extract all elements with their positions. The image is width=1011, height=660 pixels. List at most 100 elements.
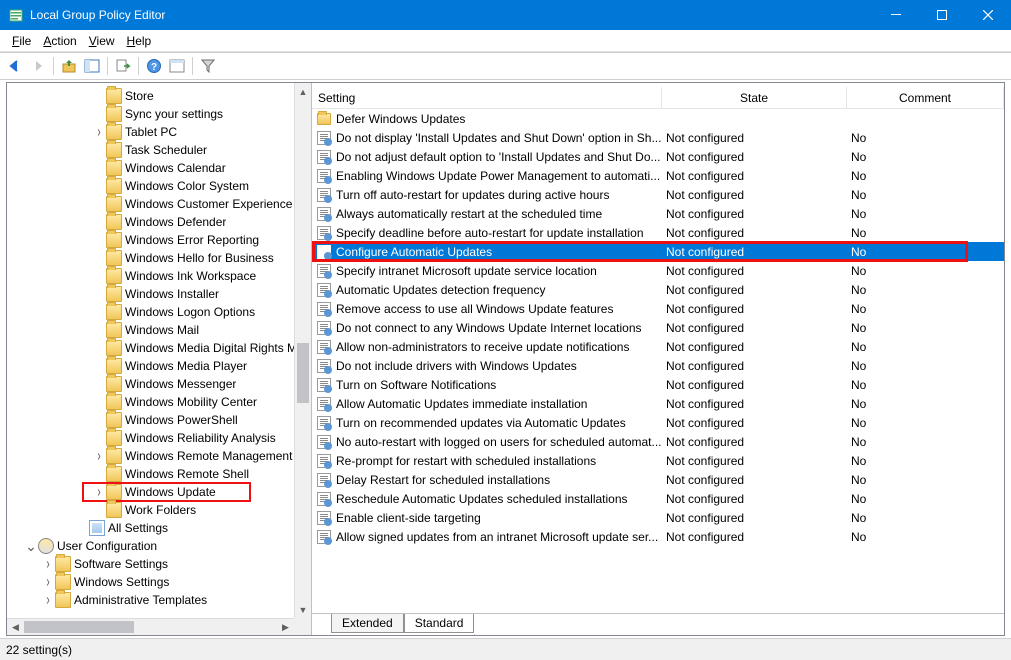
list-row[interactable]: Reschedule Automatic Updates scheduled i… bbox=[312, 489, 1004, 508]
forward-button[interactable] bbox=[27, 55, 49, 77]
tree-item[interactable]: Windows Hello for Business bbox=[7, 249, 311, 267]
scroll-up-icon[interactable]: ▲ bbox=[295, 83, 311, 100]
menu-help[interactable]: Help bbox=[121, 32, 158, 50]
policy-icon bbox=[316, 396, 332, 412]
tree-item[interactable]: Store bbox=[7, 87, 311, 105]
list-row[interactable]: Always automatically restart at the sche… bbox=[312, 204, 1004, 223]
tree-item[interactable]: Task Scheduler bbox=[7, 141, 311, 159]
tab-standard[interactable]: Standard bbox=[404, 614, 475, 633]
menu-view[interactable]: View bbox=[83, 32, 121, 50]
scroll-left-icon[interactable]: ◀ bbox=[7, 619, 24, 635]
tree-item[interactable]: Windows Error Reporting bbox=[7, 231, 311, 249]
list-row[interactable]: Enabling Windows Update Power Management… bbox=[312, 166, 1004, 185]
tree-item[interactable]: Windows Mobility Center bbox=[7, 393, 311, 411]
tree-item[interactable]: Sync your settings bbox=[7, 105, 311, 123]
column-comment[interactable]: Comment bbox=[847, 87, 1004, 108]
scroll-right-icon[interactable]: ▶ bbox=[277, 619, 294, 635]
tree-item[interactable]: Windows Installer bbox=[7, 285, 311, 303]
menu-file[interactable]: File bbox=[6, 32, 37, 50]
tree-item[interactable]: Windows Messenger bbox=[7, 375, 311, 393]
tree-item[interactable]: ›Software Settings bbox=[7, 555, 311, 573]
tree-item[interactable]: Windows Remote Shell bbox=[7, 465, 311, 483]
column-state[interactable]: State bbox=[662, 87, 847, 108]
list-row[interactable]: Turn on Software NotificationsNot config… bbox=[312, 375, 1004, 394]
chevron-right-icon[interactable]: › bbox=[41, 591, 55, 609]
tree-item[interactable]: Windows Reliability Analysis bbox=[7, 429, 311, 447]
tree-item-label: Windows Mobility Center bbox=[125, 395, 257, 409]
scroll-thumb[interactable] bbox=[297, 343, 309, 403]
properties-button[interactable] bbox=[166, 55, 188, 77]
tree-item[interactable]: ⌄User Configuration bbox=[7, 537, 311, 555]
list-row[interactable]: Defer Windows Updates bbox=[312, 109, 1004, 128]
tree-item[interactable]: Windows Mail bbox=[7, 321, 311, 339]
chevron-right-icon[interactable]: › bbox=[92, 483, 106, 501]
list-row[interactable]: Do not include drivers with Windows Upda… bbox=[312, 356, 1004, 375]
tree-item[interactable]: Windows Media Digital Rights Management bbox=[7, 339, 311, 357]
tree-item[interactable]: ›Windows Update bbox=[7, 483, 311, 501]
up-button[interactable] bbox=[58, 55, 80, 77]
tree-vertical-scrollbar[interactable]: ▲ ▼ bbox=[294, 83, 311, 618]
chevron-right-icon[interactable]: › bbox=[92, 447, 106, 465]
tree-item-label: Windows Remote Shell bbox=[125, 467, 249, 481]
tree-item[interactable]: Windows Customer Experience Improvement … bbox=[7, 195, 311, 213]
list-row[interactable]: Enable client-side targetingNot configur… bbox=[312, 508, 1004, 527]
list-header: Setting State Comment bbox=[312, 87, 1004, 109]
list-row[interactable]: Allow Automatic Updates immediate instal… bbox=[312, 394, 1004, 413]
titlebar[interactable]: Local Group Policy Editor bbox=[0, 0, 1011, 30]
tree-item[interactable]: Windows Calendar bbox=[7, 159, 311, 177]
tree-item-label: All Settings bbox=[108, 521, 168, 535]
setting-comment: No bbox=[851, 473, 1004, 487]
list-row[interactable]: Turn off auto-restart for updates during… bbox=[312, 185, 1004, 204]
close-button[interactable] bbox=[965, 0, 1011, 30]
list-row[interactable]: Re-prompt for restart with scheduled ins… bbox=[312, 451, 1004, 470]
list-view[interactable]: Defer Windows UpdatesDo not display 'Ins… bbox=[312, 109, 1004, 613]
tree-view[interactable]: StoreSync your settings›Tablet PCTask Sc… bbox=[7, 83, 311, 635]
list-row[interactable]: Automatic Updates detection frequencyNot… bbox=[312, 280, 1004, 299]
chevron-right-icon[interactable]: › bbox=[92, 123, 106, 141]
tree-horizontal-scrollbar[interactable]: ◀ ▶ bbox=[7, 618, 294, 635]
help-button[interactable]: ? bbox=[143, 55, 165, 77]
scroll-down-icon[interactable]: ▼ bbox=[295, 601, 311, 618]
show-hide-tree-button[interactable] bbox=[81, 55, 103, 77]
tree-item[interactable]: ›Administrative Templates bbox=[7, 591, 311, 609]
minimize-button[interactable] bbox=[873, 0, 919, 30]
window: Local Group Policy Editor File Action Vi… bbox=[0, 0, 1011, 660]
list-row[interactable]: Allow signed updates from an intranet Mi… bbox=[312, 527, 1004, 546]
back-button[interactable] bbox=[4, 55, 26, 77]
list-row[interactable]: Specify intranet Microsoft update servic… bbox=[312, 261, 1004, 280]
column-setting[interactable]: Setting bbox=[312, 87, 662, 108]
list-row[interactable]: Do not display 'Install Updates and Shut… bbox=[312, 128, 1004, 147]
list-row[interactable]: Turn on recommended updates via Automati… bbox=[312, 413, 1004, 432]
list-row[interactable]: Do not connect to any Windows Update Int… bbox=[312, 318, 1004, 337]
list-row[interactable]: Do not adjust default option to 'Install… bbox=[312, 147, 1004, 166]
tree-item[interactable]: Windows Media Player bbox=[7, 357, 311, 375]
list-row[interactable]: Delay Restart for scheduled installation… bbox=[312, 470, 1004, 489]
tree-item[interactable]: Windows Defender bbox=[7, 213, 311, 231]
tree-item[interactable]: Windows Ink Workspace bbox=[7, 267, 311, 285]
tree-item[interactable]: ›Windows Settings bbox=[7, 573, 311, 591]
maximize-button[interactable] bbox=[919, 0, 965, 30]
tab-extended[interactable]: Extended bbox=[331, 614, 404, 633]
tree-item[interactable]: ›Tablet PC bbox=[7, 123, 311, 141]
chevron-down-icon[interactable]: ⌄ bbox=[24, 538, 38, 555]
tree-item[interactable]: ›Windows Remote Management (WinRM) bbox=[7, 447, 311, 465]
chevron-right-icon[interactable]: › bbox=[41, 573, 55, 591]
tree-item[interactable]: Windows Logon Options bbox=[7, 303, 311, 321]
tree-item[interactable]: Windows Color System bbox=[7, 177, 311, 195]
filter-button[interactable] bbox=[197, 55, 219, 77]
setting-comment: No bbox=[851, 169, 1004, 183]
chevron-right-icon[interactable]: › bbox=[41, 555, 55, 573]
export-list-button[interactable] bbox=[112, 55, 134, 77]
list-row[interactable]: No auto-restart with logged on users for… bbox=[312, 432, 1004, 451]
tree-item-label: Windows Calendar bbox=[125, 161, 226, 175]
list-row[interactable]: Configure Automatic UpdatesNot configure… bbox=[312, 242, 1004, 261]
scroll-hthumb[interactable] bbox=[24, 621, 134, 633]
folder-icon bbox=[106, 250, 122, 266]
menu-action[interactable]: Action bbox=[37, 32, 82, 50]
list-row[interactable]: Allow non-administrators to receive upda… bbox=[312, 337, 1004, 356]
tree-item[interactable]: Work Folders bbox=[7, 501, 311, 519]
tree-item[interactable]: All Settings bbox=[7, 519, 311, 537]
list-row[interactable]: Specify deadline before auto-restart for… bbox=[312, 223, 1004, 242]
list-row[interactable]: Remove access to use all Windows Update … bbox=[312, 299, 1004, 318]
tree-item[interactable]: Windows PowerShell bbox=[7, 411, 311, 429]
